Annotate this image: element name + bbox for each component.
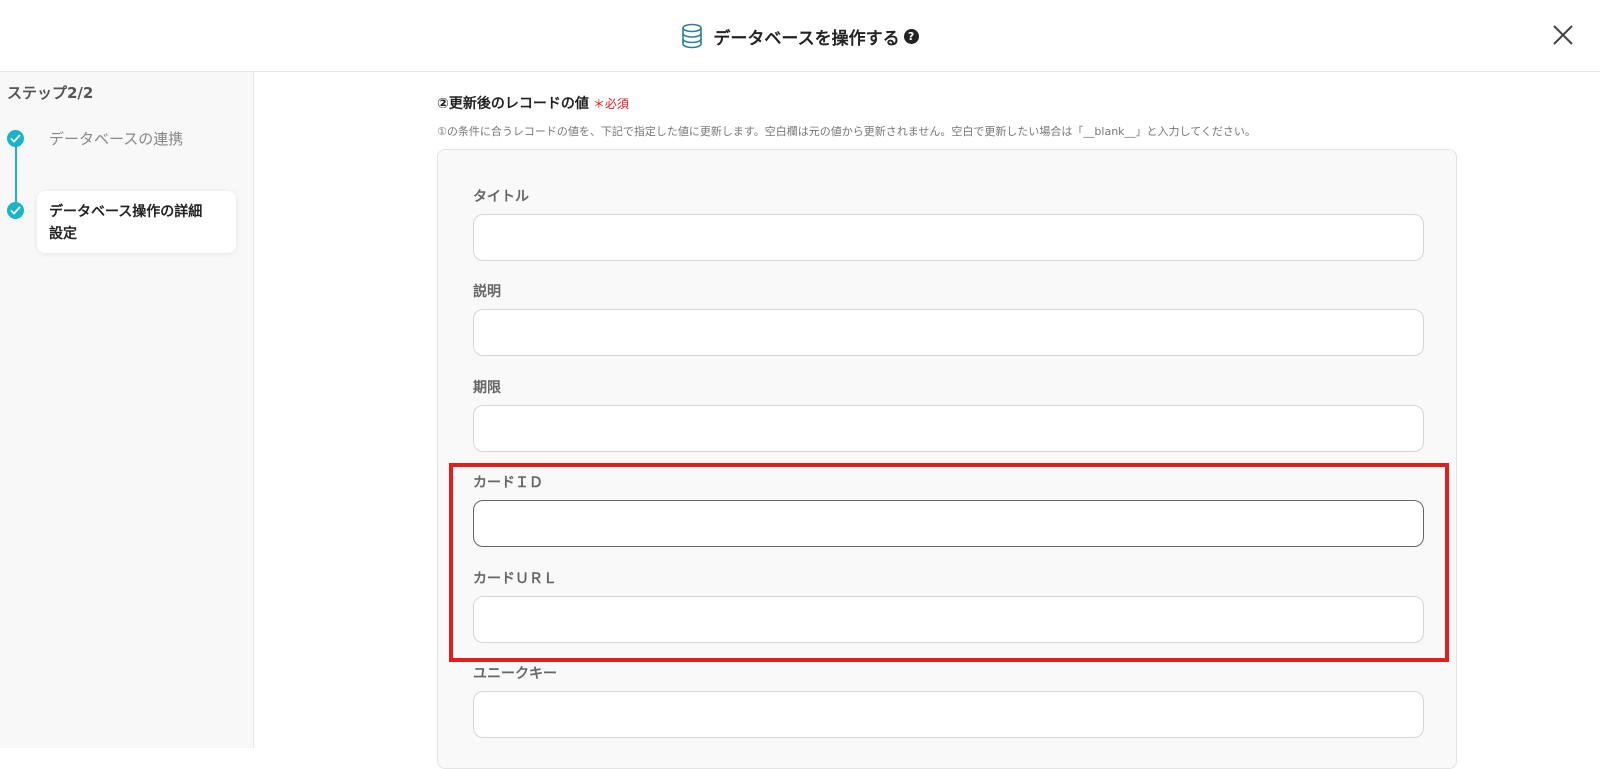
question-circle-icon[interactable]: ? bbox=[903, 28, 919, 44]
section-title-text: ②更新後のレコードの値 bbox=[437, 96, 589, 112]
card-url-input[interactable] bbox=[473, 596, 1424, 643]
required-badge: ＊必須 bbox=[592, 97, 629, 111]
check-icon bbox=[7, 130, 24, 147]
field-label-description: 説明 bbox=[473, 284, 501, 300]
field-label-card-url: カードＵＲＬ bbox=[473, 571, 557, 587]
modal-header: データベースを操作する ? bbox=[0, 0, 1600, 72]
modal-title: データベースを操作する ? bbox=[0, 0, 1600, 72]
main-content: ②更新後のレコードの値 ＊必須 ①の条件に合うレコードの値を、下記で指定した値に更… bbox=[255, 72, 1600, 769]
description-input[interactable] bbox=[473, 309, 1424, 356]
close-button[interactable] bbox=[1548, 20, 1578, 50]
title-input[interactable] bbox=[473, 214, 1424, 261]
step-label-line2: 設定 bbox=[49, 226, 77, 242]
due-date-input[interactable] bbox=[473, 405, 1424, 452]
field-label-title: タイトル bbox=[473, 189, 529, 205]
check-icon bbox=[7, 202, 24, 219]
card-id-input[interactable] bbox=[473, 500, 1424, 547]
step-label-line1: データベース操作の詳細 bbox=[49, 204, 203, 220]
sidebar-step-db-connect[interactable]: データベースの連携 bbox=[49, 128, 183, 149]
step-sidebar: ステップ2/2 データベースの連携 データベース操作の詳細 設定 bbox=[0, 72, 254, 748]
form-panel: タイトル 説明 期限 カードＩＤ カードＵＲＬ ユニークキー bbox=[437, 149, 1457, 769]
unique-key-input[interactable] bbox=[473, 691, 1424, 738]
database-icon bbox=[681, 23, 703, 49]
field-label-due-date: 期限 bbox=[473, 380, 501, 396]
field-label-card-id: カードＩＤ bbox=[473, 475, 543, 491]
sidebar-step-db-operation-detail[interactable]: データベース操作の詳細 設定 bbox=[37, 191, 236, 253]
modal-title-text: データベースを操作する bbox=[713, 28, 900, 49]
section-description: ①の条件に合うレコードの値を、下記で指定した値に更新します。空白欄は元の値から更… bbox=[437, 125, 1256, 138]
section-title: ②更新後のレコードの値 ＊必須 bbox=[437, 93, 629, 113]
step-counter: ステップ2/2 bbox=[7, 84, 94, 102]
field-label-unique-key: ユニークキー bbox=[473, 666, 557, 682]
close-icon bbox=[1553, 25, 1573, 45]
